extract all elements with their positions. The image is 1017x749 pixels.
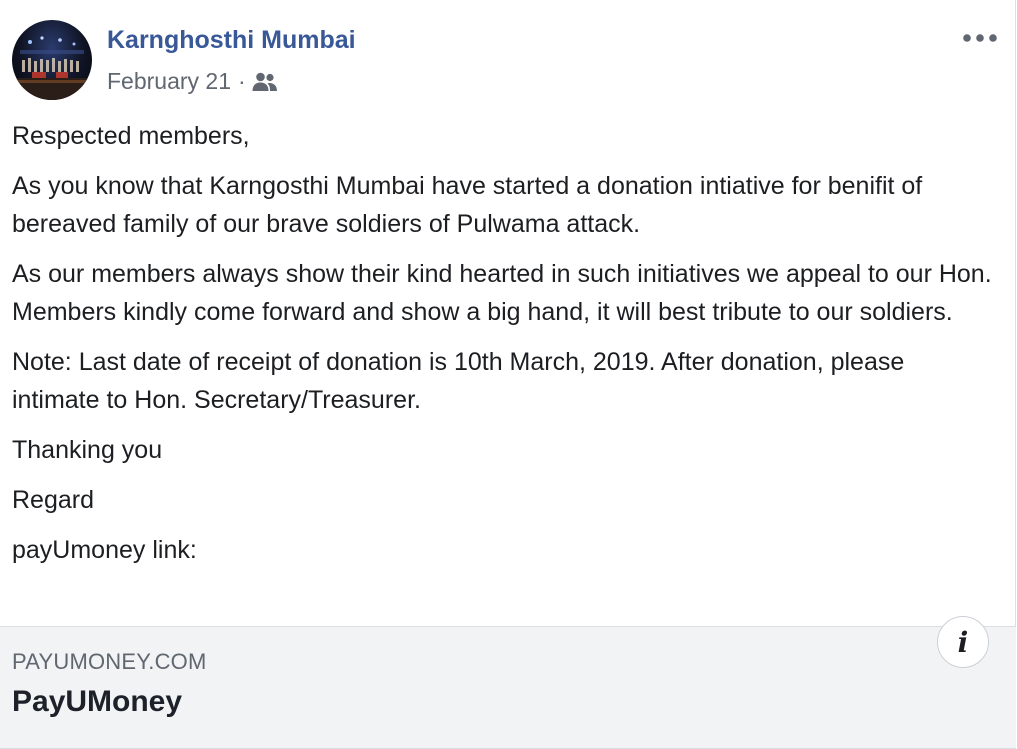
author-name[interactable]: Karnghosthi Mumbai — [107, 26, 356, 55]
post-meta: February 21 · — [107, 68, 278, 95]
link-title[interactable]: PayUMoney — [12, 685, 182, 719]
info-icon[interactable]: i — [937, 616, 989, 668]
group-members-icon[interactable] — [252, 71, 278, 93]
meta-separator: · — [238, 68, 246, 94]
facebook-post: Karnghosthi Mumbai February 21 · Respect… — [0, 0, 1016, 749]
post-paragraph: Thanking you — [12, 436, 163, 464]
link-domain: PAYUMONEY.COM — [12, 649, 207, 674]
post-paragraph: payUmoney link: — [12, 536, 197, 564]
more-options-icon — [963, 34, 997, 42]
post-header: Karnghosthi Mumbai February 21 · — [12, 20, 1002, 100]
post-paragraph: As you know that Karngosthi Mumbai have … — [12, 172, 923, 238]
more-options-button[interactable] — [960, 26, 1000, 50]
post-paragraph: Note: Last date of receipt of donation i… — [12, 348, 905, 414]
post-body: Respected members, As you know that Karn… — [12, 117, 992, 581]
post-paragraph: Regard — [12, 486, 94, 514]
post-paragraph: As our members always show their kind he… — [12, 260, 992, 326]
post-date[interactable]: February 21 — [107, 68, 231, 95]
link-preview-card[interactable]: PAYUMONEY.COM PayUMoney i — [0, 616, 1016, 749]
group-photo-icon — [12, 36, 92, 100]
post-paragraph: Respected members, — [12, 122, 250, 150]
avatar[interactable] — [12, 20, 92, 100]
